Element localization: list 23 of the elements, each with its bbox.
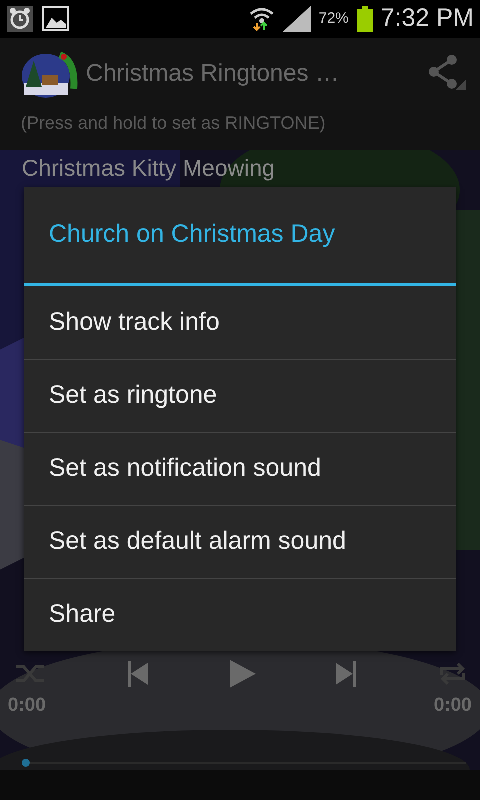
ringtone-title[interactable]: Christmas Kitty Meowing [22, 155, 276, 181]
clock-time: 7:32 PM [380, 3, 474, 34]
signal-icon [282, 6, 311, 32]
menu-item[interactable]: Set as ringtone [24, 359, 456, 432]
menu-item[interactable]: Show track info [24, 286, 456, 359]
next-icon[interactable] [336, 661, 358, 687]
total-time: 0:00 [434, 694, 472, 718]
repeat-icon[interactable] [438, 661, 468, 687]
play-icon[interactable] [230, 660, 256, 688]
elapsed-time: 0:00 [8, 694, 46, 718]
alarm-clock-icon [6, 5, 34, 33]
wifi-icon [248, 6, 275, 32]
menu-item[interactable]: Share [24, 578, 456, 651]
battery-percent: 72% [318, 8, 349, 29]
battery-icon [356, 6, 373, 32]
app-title: Christmas Ringtones … [86, 59, 340, 89]
previous-icon[interactable] [128, 661, 150, 687]
menu-title: Church on Christmas Day [48, 219, 336, 250]
menu-item[interactable]: Set as default alarm sound [24, 505, 456, 578]
app-logo-icon [20, 49, 78, 99]
subtitle: (Press and hold to set as RINGTONE) [21, 113, 326, 133]
menu-item[interactable]: Set as notification sound [24, 432, 456, 505]
image-icon [42, 6, 70, 32]
